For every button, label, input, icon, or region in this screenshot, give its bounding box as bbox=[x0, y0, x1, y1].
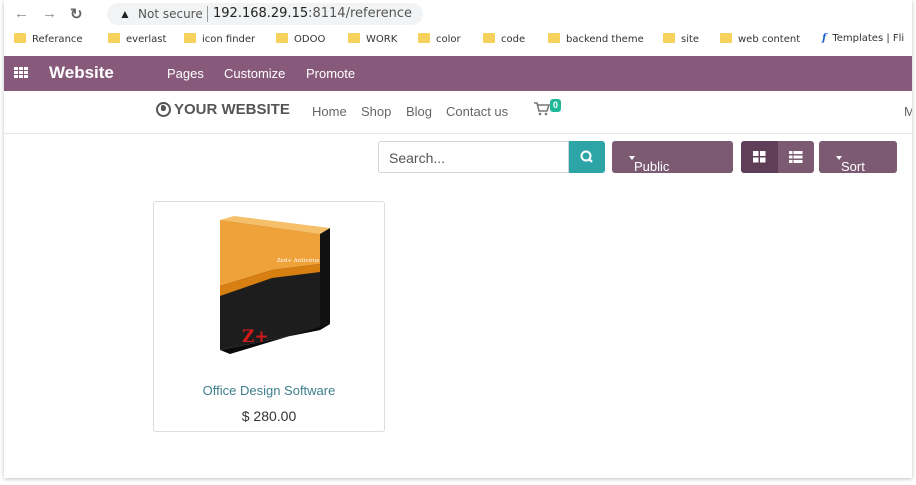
omnibox[interactable]: ▲ Not secure 192.168.29.15:8114/referenc… bbox=[107, 3, 423, 25]
nav-blog[interactable]: Blog bbox=[406, 104, 432, 119]
bookmark-everlast[interactable]: everlast bbox=[108, 33, 166, 45]
folder-icon bbox=[418, 33, 430, 43]
bookmark-backend-theme[interactable]: backend theme bbox=[548, 33, 644, 45]
bookmark-label: web content bbox=[738, 34, 801, 45]
product-name[interactable]: Office Design Software bbox=[154, 383, 384, 398]
bookmark-code[interactable]: code bbox=[483, 33, 525, 45]
nav-contact-us[interactable]: Contact us bbox=[446, 104, 508, 119]
nav-home[interactable]: Home bbox=[312, 104, 347, 119]
forward-arrow-icon[interactable]: → bbox=[42, 5, 57, 22]
pricelist-dropdown[interactable]: Public Pricelist bbox=[612, 141, 733, 189]
bookmark-icon-finder[interactable]: icon finder bbox=[184, 33, 255, 45]
search-placeholder: Search... bbox=[389, 150, 446, 166]
cart-icon bbox=[534, 102, 551, 116]
search-icon bbox=[580, 150, 593, 163]
bookmark-templates[interactable]: f Templates | Fli bbox=[822, 33, 904, 44]
folder-icon bbox=[663, 33, 675, 43]
search-input[interactable]: Search... bbox=[378, 141, 569, 173]
search-button[interactable] bbox=[569, 141, 605, 173]
website-header: YOUR WEBSITE Home Shop Blog Contact us 0… bbox=[4, 91, 912, 134]
apps-grid-icon[interactable] bbox=[14, 67, 28, 79]
warning-icon[interactable]: ▲ bbox=[119, 7, 131, 21]
url-text[interactable]: 192.168.29.15:8114/reference bbox=[213, 6, 412, 21]
back-arrow-icon[interactable]: ← bbox=[14, 5, 29, 22]
browser-window: ← → ↻ ▲ Not secure 192.168.29.15:8114/re… bbox=[4, 0, 912, 478]
nav-right-truncated[interactable]: M bbox=[904, 104, 912, 119]
not-secure-label[interactable]: Not secure bbox=[138, 7, 203, 21]
product-card[interactable]: Zed+ Antivirus Z+ Office Design Software… bbox=[153, 201, 385, 432]
folder-icon bbox=[108, 33, 120, 43]
bookmark-label: everlast bbox=[126, 34, 167, 45]
grid-view-button[interactable] bbox=[741, 141, 778, 173]
folder-icon bbox=[348, 33, 360, 43]
folder-icon bbox=[483, 33, 495, 43]
site-logo-text: YOUR WEBSITE bbox=[174, 101, 290, 118]
bookmark-web-content[interactable]: web content bbox=[720, 33, 800, 45]
bookmarks-bar: Referance everlast icon finder ODOO WORK… bbox=[4, 29, 912, 51]
app-brand[interactable]: Website bbox=[49, 63, 114, 83]
reload-icon[interactable]: ↻ bbox=[70, 5, 83, 23]
bookmark-label: WORK bbox=[366, 34, 398, 45]
sort-by-dropdown[interactable]: Sort by bbox=[819, 141, 897, 189]
url-path: :8114/reference bbox=[308, 6, 413, 21]
globe-icon bbox=[156, 102, 171, 117]
menu-pages[interactable]: Pages bbox=[167, 66, 204, 81]
folder-icon bbox=[14, 33, 26, 43]
bookmark-label: icon finder bbox=[202, 34, 256, 45]
product-image[interactable]: Zed+ Antivirus Z+ bbox=[212, 212, 332, 362]
box-logo-text: Z+ bbox=[242, 327, 269, 347]
cart-count-badge: 0 bbox=[550, 99, 562, 112]
address-bar-row: ← → ↻ ▲ Not secure 192.168.29.15:8114/re… bbox=[4, 0, 912, 27]
bookmark-work[interactable]: WORK bbox=[348, 33, 397, 45]
bookmark-label: ODOO bbox=[294, 34, 326, 45]
url-host: 192.168.29.15 bbox=[213, 6, 309, 21]
site-logo[interactable]: YOUR WEBSITE bbox=[156, 101, 290, 118]
folder-icon bbox=[548, 33, 560, 43]
bookmark-label: code bbox=[501, 34, 526, 45]
nav-shop[interactable]: Shop bbox=[361, 104, 391, 119]
omnibox-separator bbox=[207, 6, 208, 22]
facebook-icon: f bbox=[822, 33, 827, 44]
bookmark-referance[interactable]: Referance bbox=[14, 33, 83, 45]
bookmark-label: color bbox=[436, 34, 461, 45]
menu-customize[interactable]: Customize bbox=[224, 66, 285, 81]
pricelist-label: Public Pricelist bbox=[634, 159, 680, 189]
bookmark-label: Referance bbox=[32, 34, 83, 45]
sort-by-label: Sort by bbox=[841, 159, 865, 189]
folder-icon bbox=[276, 33, 288, 43]
bookmark-color[interactable]: color bbox=[418, 33, 461, 45]
list-view-button[interactable] bbox=[778, 141, 814, 173]
list-icon bbox=[789, 151, 803, 163]
bookmark-site[interactable]: site bbox=[663, 33, 699, 45]
odoo-top-navbar: Website Pages Customize Promote bbox=[4, 56, 912, 91]
menu-promote[interactable]: Promote bbox=[306, 66, 355, 81]
grid-icon bbox=[753, 151, 766, 163]
box-label-text: Zed+ Antivirus bbox=[277, 258, 319, 264]
product-price: $ 280.00 bbox=[241, 408, 297, 424]
cart-link[interactable]: 0 bbox=[534, 99, 562, 121]
bookmark-label: site bbox=[681, 34, 700, 45]
bookmark-label: backend theme bbox=[566, 34, 644, 45]
bookmark-odoo[interactable]: ODOO bbox=[276, 33, 325, 45]
folder-icon bbox=[184, 33, 196, 43]
bookmark-label: Templates | Fli bbox=[832, 33, 905, 44]
folder-icon bbox=[720, 33, 732, 43]
